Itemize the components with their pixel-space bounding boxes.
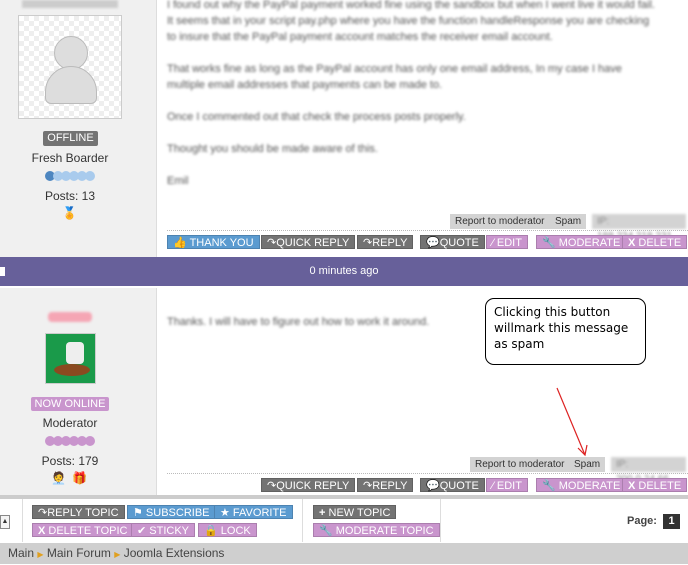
post1-author-panel: OFFLINE Fresh Boarder Posts: 13 🏅	[0, 0, 157, 257]
breadcrumb-arrow-icon: ▶	[114, 550, 121, 559]
moderator-icon: 🧑‍💼	[51, 471, 66, 485]
breadcrumb-main-forum[interactable]: Main Forum	[47, 546, 111, 560]
author-name	[22, 0, 118, 8]
avatar[interactable]	[45, 333, 96, 384]
report-to-moderator-button[interactable]: Report to moderator	[470, 457, 570, 472]
checkbox[interactable]	[0, 267, 5, 276]
spam-button[interactable]: Spam	[550, 214, 587, 229]
user-badge-icon: 🏅	[62, 206, 77, 220]
new-topic-button[interactable]: + NEW TOPIC	[313, 505, 397, 519]
spam-button[interactable]: Spam	[569, 457, 606, 472]
delete-button[interactable]: X DELETE	[622, 235, 688, 249]
sticky-button[interactable]: ✔ STICKY	[131, 523, 196, 537]
subscribe-button[interactable]: ⚑ SUBSCRIBE	[127, 505, 216, 519]
divider	[167, 230, 688, 231]
post-count: Posts: 179	[41, 454, 99, 468]
quote-button[interactable]: 💬QUOTE	[420, 478, 485, 492]
quote-button[interactable]: 💬QUOTE	[420, 235, 485, 249]
annotation-arrow	[556, 387, 588, 457]
report-to-moderator-button[interactable]: Report to moderator	[450, 214, 550, 229]
scroll-top-button[interactable]: ▲	[0, 515, 10, 529]
avatar[interactable]	[18, 15, 122, 119]
breadcrumb-main[interactable]: Main	[8, 546, 34, 560]
edit-button[interactable]: ⁄ EDIT	[486, 235, 528, 249]
thank-you-button[interactable]: 👍 THANK YOU	[167, 235, 260, 249]
user-rank: Moderator	[42, 416, 98, 430]
post-time-bar: 0 minutes ago	[0, 257, 688, 286]
ip-address: IP: 188.234.218.231	[592, 214, 686, 242]
status-badge: NOW ONLINE	[31, 397, 109, 411]
breadcrumb: Main ▶ Main Forum ▶ Joomla Extensions	[0, 543, 688, 564]
post-time: 0 minutes ago	[309, 265, 379, 277]
divider	[167, 473, 688, 474]
page-label: Page:	[627, 515, 657, 527]
edit-button[interactable]: ⁄ EDIT	[486, 478, 528, 492]
post-count: Posts: 13	[44, 189, 96, 203]
post1-message: I found out why the PayPal payment worke…	[167, 0, 655, 187]
user-rank: Fresh Boarder	[31, 151, 109, 165]
annotation-callout: Clicking this button willmark this messa…	[485, 298, 646, 365]
moderate-topic-button[interactable]: 🔧 MODERATE TOPIC	[313, 523, 440, 537]
gift-icon: 🎁	[72, 471, 87, 485]
breadcrumb-arrow-icon: ▶	[37, 550, 44, 559]
quick-reply-button[interactable]: ↷QUICK REPLY	[261, 478, 356, 492]
favorite-button[interactable]: ★ FAVORITE	[214, 505, 293, 519]
moderate-button[interactable]: 🔧 MODERATE	[536, 478, 627, 492]
delete-topic-button[interactable]: X DELETE TOPIC	[32, 523, 134, 537]
breadcrumb-joomla-extensions[interactable]: Joomla Extensions	[124, 546, 225, 560]
status-badge: OFFLINE	[43, 131, 98, 146]
reply-topic-button[interactable]: ↷REPLY TOPIC	[32, 505, 125, 519]
ip-address: IP: 200.0.24.66	[611, 457, 686, 485]
lock-button[interactable]: 🔒 LOCK	[198, 523, 257, 537]
moderate-button[interactable]: 🔧 MODERATE	[536, 235, 627, 249]
page-number[interactable]: 1	[663, 514, 680, 529]
reply-button[interactable]: ↷REPLY	[357, 478, 414, 492]
author-name	[48, 312, 92, 322]
rank-dots	[0, 171, 140, 184]
post2-author-panel: NOW ONLINE Moderator Posts: 179 🧑‍💼 🎁	[0, 288, 157, 495]
delete-button[interactable]: X DELETE	[622, 478, 688, 492]
rank-dots	[0, 436, 140, 449]
reply-button[interactable]: ↷REPLY	[357, 235, 414, 249]
quick-reply-button[interactable]: ↷QUICK REPLY	[261, 235, 356, 249]
